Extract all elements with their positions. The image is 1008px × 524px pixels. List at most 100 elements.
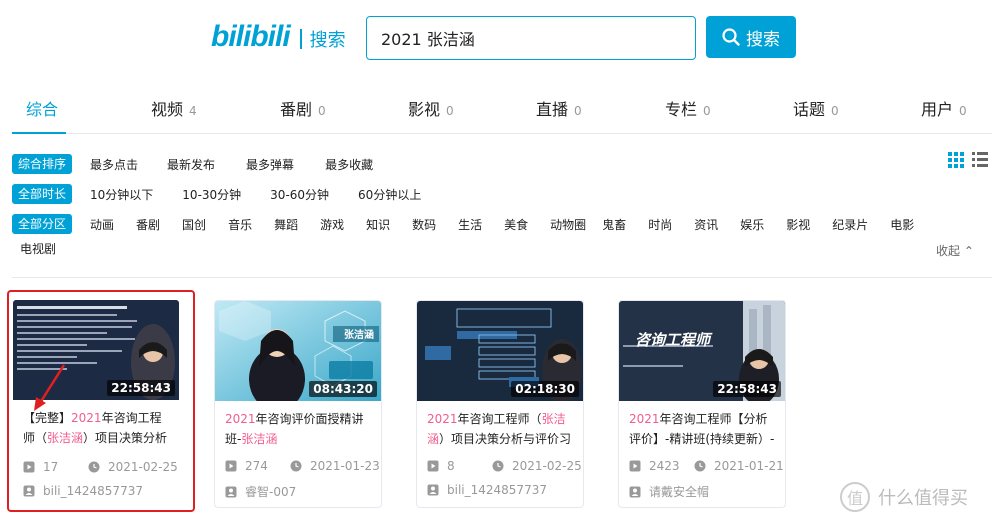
active-tab-underline [12, 132, 66, 134]
zone-option[interactable]: 音乐 [228, 216, 252, 233]
search-input[interactable]: 2021 张洁涵 [366, 16, 696, 60]
title-highlight: 张洁涵 [241, 432, 278, 446]
zone-option[interactable]: 娱乐 [740, 216, 764, 233]
zone-option[interactable]: 番剧 [136, 216, 160, 233]
tab-label: 直播 [536, 100, 569, 119]
uploader[interactable]: bili_1424857737 [23, 484, 143, 498]
uploader-name: bili_1424857737 [447, 483, 547, 497]
tab-count: 0 [703, 104, 711, 118]
tab-live[interactable]: 直播 0 [536, 96, 582, 120]
uploader[interactable]: 请戴安全帽 [629, 483, 709, 500]
sort-option[interactable]: 最多收藏 [325, 156, 373, 173]
clock-icon [492, 460, 504, 472]
video-title[interactable]: 2021年咨询工程师（张洁涵）项目决策分析与评价习 [427, 409, 577, 449]
play-count-value: 17 [43, 460, 59, 474]
upload-date: 2021-02-25 [88, 460, 178, 474]
zone-option[interactable]: 美食 [504, 216, 528, 233]
zone-option[interactable]: 游戏 [320, 216, 344, 233]
tab-topic[interactable]: 话题 0 [793, 96, 839, 120]
play-count-icon [427, 460, 439, 472]
tab-label: 用户 [921, 100, 954, 119]
zone-option[interactable]: 舞蹈 [274, 216, 298, 233]
play-count: 2423 [629, 459, 680, 473]
zone-filter-row: 全部分区 动画 番剧 国创 音乐 舞蹈 游戏 知识 数码 生活 美食 动物圈 鬼… [12, 214, 914, 234]
video-title[interactable]: 2021年咨询评价面授精讲班-张洁涵 [225, 409, 375, 449]
uploader[interactable]: bili_1424857737 [427, 483, 547, 497]
search-button[interactable]: 搜索 [706, 16, 796, 58]
video-duration: 02:18:30 [511, 381, 579, 397]
bilibili-logo[interactable]: bilibili 搜索 [211, 20, 346, 54]
video-title[interactable]: 【完整】2021年咨询工程师（张洁涵）项目决策分析与 [23, 408, 173, 448]
zone-option[interactable]: 动物圈 [550, 216, 586, 233]
zone-option[interactable]: 资讯 [694, 216, 718, 233]
sort-default-pill[interactable]: 综合排序 [12, 154, 73, 174]
collapse-filters-button[interactable]: 收起 ⌃ [936, 242, 974, 259]
upload-date: 2021-01-21 [694, 459, 784, 473]
video-thumbnail[interactable]: 张洁涵 08:43:20 [215, 301, 381, 401]
video-duration: 22:58:43 [107, 380, 175, 396]
sort-option[interactable]: 最多弹幕 [246, 156, 294, 173]
grid-view-icon[interactable] [948, 152, 964, 168]
duration-option[interactable]: 10-30分钟 [182, 186, 241, 203]
tab-count: 0 [446, 104, 454, 118]
uploader-name: 请戴安全帽 [649, 485, 710, 499]
thumbnail-name-text: 张洁涵 [344, 330, 374, 341]
user-icon [629, 486, 641, 497]
video-card[interactable]: 02:18:30 2021年咨询工程师（张洁涵）项目决策分析与评价习 8 202… [416, 300, 584, 508]
zone-option[interactable]: 数码 [412, 216, 436, 233]
upload-date-value: 2021-01-23 [310, 459, 380, 473]
zone-option[interactable]: 生活 [458, 216, 482, 233]
tab-label: 番剧 [280, 100, 313, 119]
tab-article[interactable]: 专栏 0 [665, 96, 711, 120]
zone-option[interactable]: 国创 [182, 216, 206, 233]
tab-bangumi[interactable]: 番剧 0 [280, 96, 326, 120]
zone-option[interactable]: 动画 [90, 216, 114, 233]
tab-all[interactable]: 综合 [26, 96, 58, 120]
play-count: 274 [225, 459, 268, 473]
duration-all-pill[interactable]: 全部时长 [12, 184, 73, 204]
list-view-icon[interactable] [972, 152, 988, 168]
zone-all-pill[interactable]: 全部分区 [12, 214, 73, 234]
duration-option[interactable]: 60分钟以上 [358, 186, 421, 203]
tab-count: 0 [318, 104, 326, 118]
tab-video[interactable]: 视频 4 [151, 96, 197, 120]
zone-option[interactable]: 电影 [890, 216, 914, 233]
sort-option[interactable]: 最新发布 [167, 156, 215, 173]
tab-label: 专栏 [665, 100, 698, 119]
tab-film[interactable]: 影视 0 [408, 96, 454, 120]
collapse-label: 收起 [936, 244, 961, 258]
video-duration: 08:43:20 [309, 381, 377, 397]
play-count-value: 2423 [649, 459, 680, 473]
play-count-value: 274 [245, 459, 268, 473]
zone-option[interactable]: 电视剧 [20, 240, 56, 257]
video-title[interactable]: 2021年咨询工程师【分析评价】-精讲班(持续更新）-张 [629, 409, 779, 449]
tab-label: 综合 [26, 100, 59, 119]
site-watermark: 值 什么值得买 [840, 482, 968, 512]
thumbnail-title-text: 咨询工程师 [635, 331, 711, 349]
logo-suffix: 搜索 [309, 30, 346, 51]
sort-option[interactable]: 最多点击 [90, 156, 138, 173]
video-card[interactable]: 张洁涵 08:43:20 2021年咨询评价面授精讲班-张洁涵 274 2021… [214, 300, 382, 508]
zone-option[interactable]: 影视 [786, 216, 810, 233]
zone-option[interactable]: 纪录片 [832, 216, 868, 233]
title-highlight: 2021 [629, 412, 660, 426]
zone-option[interactable]: 时尚 [648, 216, 672, 233]
duration-option[interactable]: 30-60分钟 [270, 186, 329, 203]
play-count: 8 [427, 459, 455, 473]
duration-option[interactable]: 10分钟以下 [90, 186, 153, 203]
title-highlight: 2021 [427, 412, 458, 426]
video-thumbnail[interactable]: 02:18:30 [417, 301, 583, 401]
zone-option[interactable]: 鬼畜 [602, 216, 626, 233]
tab-user[interactable]: 用户 0 [921, 96, 967, 120]
duration-filter-row: 全部时长 10分钟以下 10-30分钟 30-60分钟 60分钟以上 [12, 184, 421, 204]
logo-mark: bilibili [211, 20, 291, 53]
zone-option[interactable]: 知识 [366, 216, 390, 233]
video-thumbnail[interactable]: 咨询工程师 22:58:43 [619, 301, 785, 401]
video-card[interactable]: 咨询工程师 22:58:43 2021年咨询工程师【分析评价】-精讲班(持续更新… [618, 300, 786, 508]
tab-count: 0 [831, 104, 839, 118]
play-count-value: 8 [447, 459, 455, 473]
uploader[interactable]: 睿智-007 [225, 483, 296, 500]
play-count-icon [629, 460, 641, 472]
upload-date-value: 2021-01-21 [714, 459, 784, 473]
tab-count: 0 [574, 104, 582, 118]
